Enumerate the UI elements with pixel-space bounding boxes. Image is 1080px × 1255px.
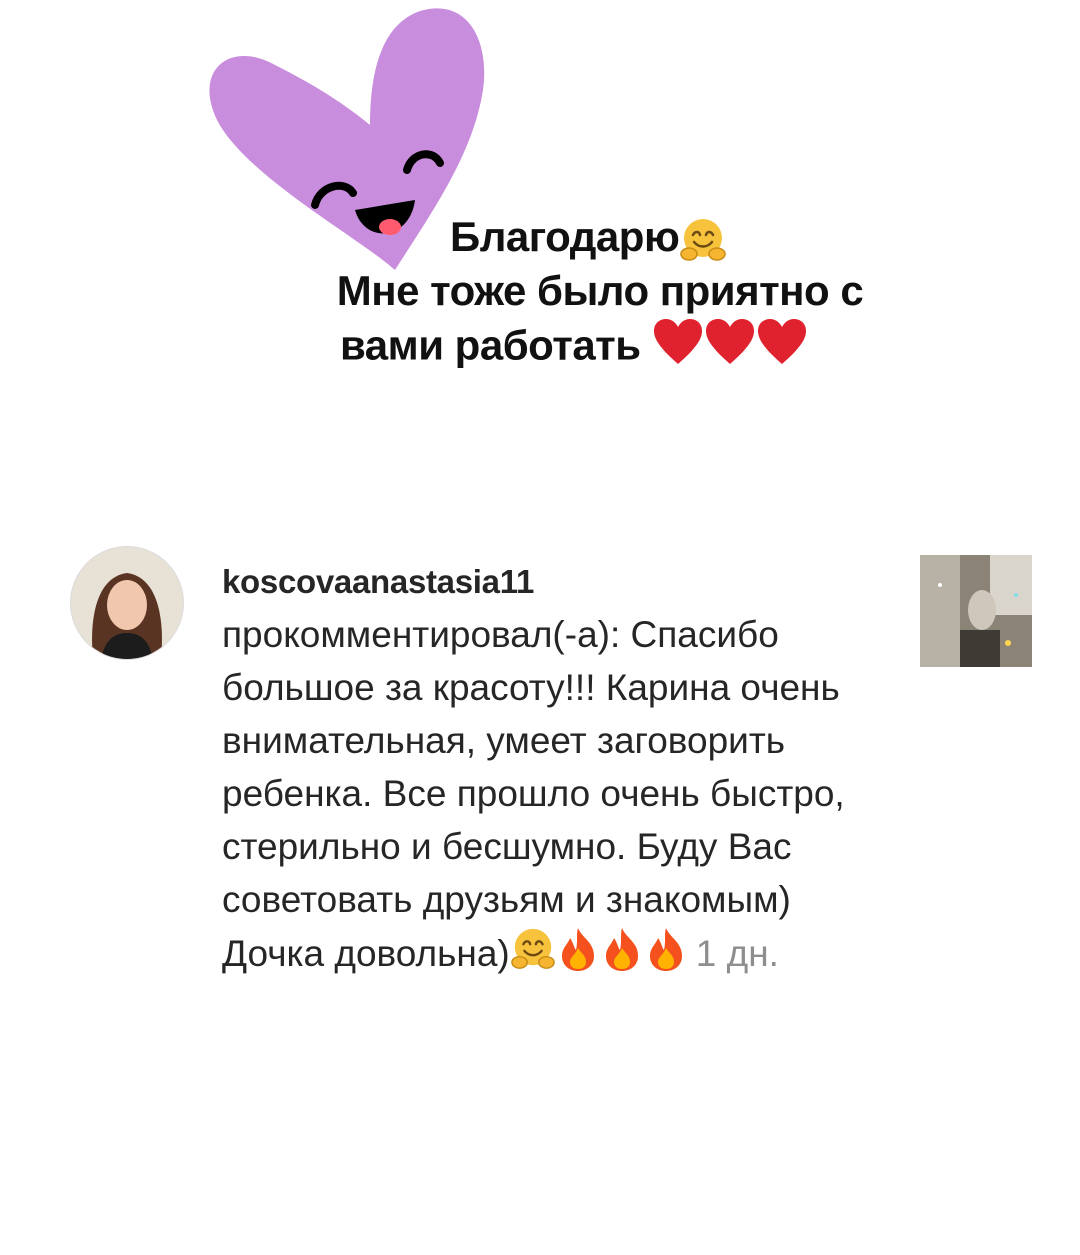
fire-icon	[649, 928, 682, 971]
red-heart-icon	[757, 319, 806, 364]
hugging-face-icon	[510, 928, 555, 969]
comment-content: Спасибо большое за красоту!!! Карина оче…	[222, 614, 845, 974]
red-heart-icon	[705, 319, 754, 364]
comment-emojis	[510, 926, 688, 986]
reply-line-3-text: вами работать	[340, 321, 641, 369]
post-thumbnail[interactable]	[920, 555, 1032, 667]
comment-action: прокомментировал(-а):	[222, 614, 631, 655]
reply-message: Благодарю Мне тоже было приятно с вами р…	[300, 210, 900, 379]
reply-line-1-text: Благодарю	[450, 213, 680, 260]
post-thumbnail-image-icon	[920, 555, 1032, 667]
comment-timestamp: 1 дн.	[695, 932, 779, 974]
fire-icon	[561, 928, 594, 971]
reply-line-2: Мне тоже было приятно с	[336, 267, 864, 314]
hugging-face-icon	[680, 218, 727, 261]
comment-username[interactable]: koscovaanastasia11	[222, 562, 902, 602]
red-heart-icon	[653, 319, 702, 364]
user-avatar[interactable]	[70, 546, 184, 660]
hearts-group	[652, 318, 808, 379]
comment-notification[interactable]: koscovaanastasia11 прокомментировал(-а):…	[70, 540, 1040, 974]
comment-text: koscovaanastasia11 прокомментировал(-а):…	[222, 562, 902, 986]
fire-icon	[605, 928, 638, 971]
reply-line-1: Благодарю	[300, 210, 900, 264]
reply-line-3: вами работать	[300, 318, 900, 379]
avatar-photo-icon	[71, 547, 183, 659]
